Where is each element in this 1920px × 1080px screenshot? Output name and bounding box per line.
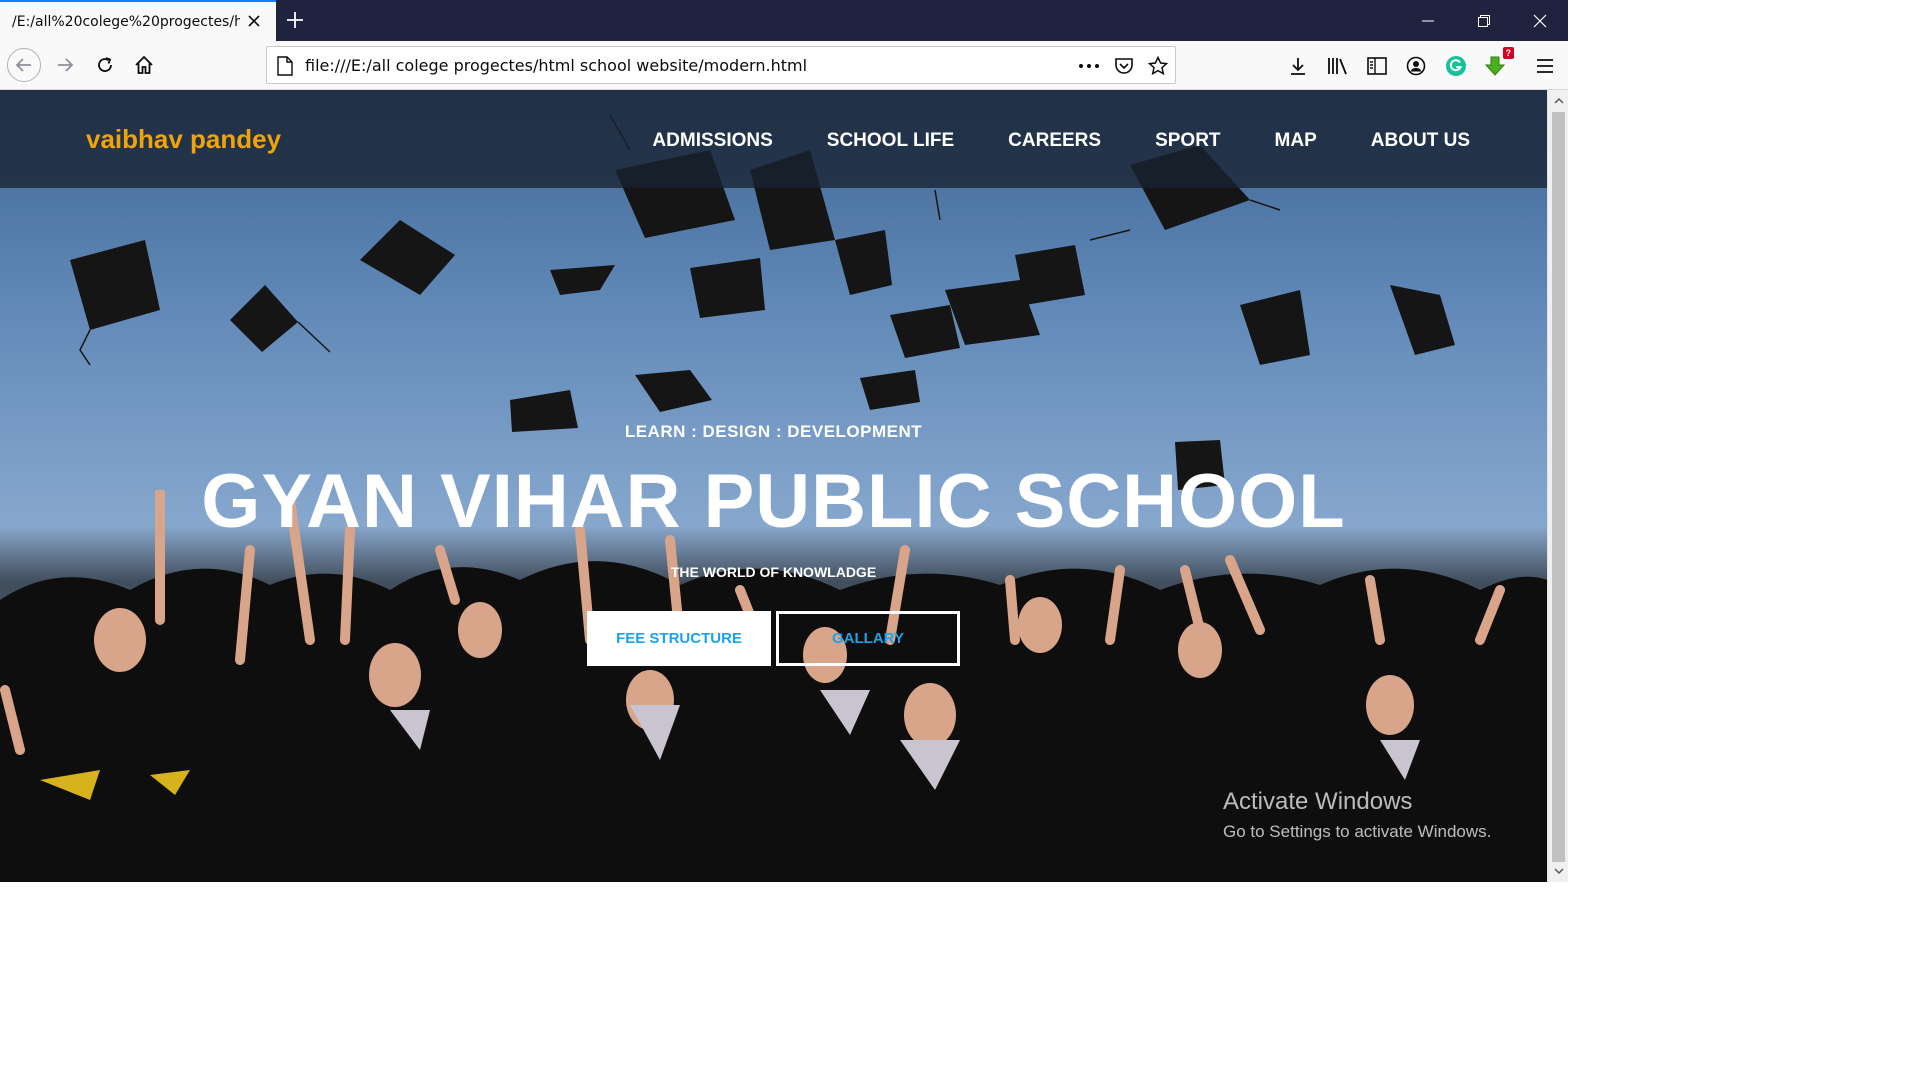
tab-strip: /E:/all%20colege%20progectes/html school…	[0, 0, 1568, 41]
web-page: vaibhav pandey ADMISSIONS SCHOOL LIFE CA…	[0, 90, 1547, 882]
nav-about-us[interactable]: ABOUT US	[1371, 130, 1470, 152]
site-logo[interactable]: vaibhav pandey	[86, 124, 281, 155]
pocket-icon[interactable]	[1112, 54, 1136, 78]
fee-structure-button[interactable]: FEE STRUCTURE	[587, 611, 771, 666]
reload-button[interactable]	[88, 48, 122, 82]
scroll-down-icon[interactable]	[1548, 862, 1569, 880]
restore-button[interactable]	[1456, 0, 1512, 41]
browser-toolbar: file:///E:/all colege progectes/html sch…	[0, 41, 1568, 90]
nav-admissions[interactable]: ADMISSIONS	[652, 130, 772, 152]
sidebar-icon[interactable]	[1364, 53, 1390, 79]
site-header: vaibhav pandey ADMISSIONS SCHOOL LIFE CA…	[0, 90, 1547, 188]
hero-subtitle: THE WORLD OF KNOWLADGE	[670, 564, 877, 580]
minimize-button[interactable]	[1400, 0, 1456, 41]
close-window-button[interactable]	[1512, 0, 1568, 41]
site-nav: ADMISSIONS SCHOOL LIFE CAREERS SPORT MAP…	[598, 130, 1470, 152]
nav-school-life[interactable]: SCHOOL LIFE	[827, 130, 954, 152]
activate-windows-watermark: Activate Windows Go to Settings to activ…	[1223, 788, 1491, 842]
page-scrollbar[interactable]	[1547, 90, 1568, 882]
hero-tagline: LEARN : DESIGN : DEVELOPMENT	[624, 422, 923, 441]
page-icon	[277, 56, 293, 81]
arrow-left-icon	[15, 58, 31, 72]
activate-windows-hint: Go to Settings to activate Windows.	[1223, 822, 1492, 841]
forward-button[interactable]	[48, 48, 82, 82]
home-button[interactable]	[127, 48, 161, 82]
hero-title: GYAN VIHAR PUBLIC SCHOOL	[201, 459, 1346, 544]
url-bar[interactable]: file:///E:/all colege progectes/html sch…	[266, 46, 1176, 84]
gallery-button[interactable]: GALLARY	[776, 611, 960, 666]
close-tab-icon[interactable]	[244, 11, 264, 31]
extension-badge: ?	[1502, 47, 1514, 59]
reload-icon	[98, 57, 112, 72]
active-tab[interactable]: /E:/all%20colege%20progectes/html school…	[0, 0, 276, 41]
account-icon[interactable]	[1403, 53, 1429, 79]
nav-map[interactable]: MAP	[1275, 130, 1317, 152]
activate-windows-title: Activate Windows	[1223, 788, 1413, 815]
more-actions-icon[interactable]	[1077, 54, 1101, 78]
home-icon	[135, 55, 153, 74]
bookmark-star-icon[interactable]	[1146, 54, 1170, 78]
library-icon[interactable]	[1325, 53, 1351, 79]
url-text[interactable]: file:///E:/all colege progectes/html sch…	[305, 56, 807, 75]
back-button[interactable]	[7, 48, 41, 82]
nav-careers[interactable]: CAREERS	[1008, 130, 1101, 152]
tab-title: /E:/all%20colege%20progectes/html school…	[12, 13, 240, 30]
download-icon[interactable]	[1285, 53, 1311, 79]
arrow-right-icon	[58, 58, 74, 72]
downloader-extension-icon[interactable]: ?	[1482, 47, 1514, 79]
menu-icon[interactable]	[1532, 53, 1558, 79]
grammarly-icon[interactable]	[1443, 53, 1469, 79]
plus-icon	[287, 12, 303, 28]
scroll-thumb[interactable]	[1552, 112, 1565, 862]
scroll-up-icon[interactable]	[1548, 92, 1569, 110]
new-tab-button[interactable]	[280, 5, 310, 35]
nav-sport[interactable]: SPORT	[1155, 130, 1220, 152]
